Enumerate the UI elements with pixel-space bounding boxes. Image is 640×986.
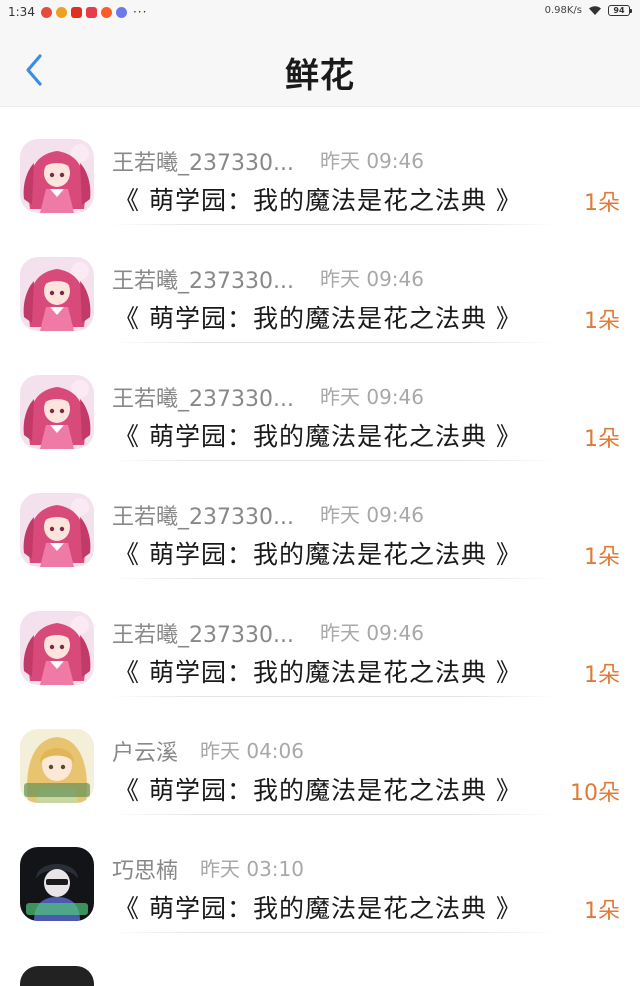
- avatar[interactable]: [20, 611, 94, 685]
- flower-count: 1朵: [584, 899, 620, 924]
- anime-blonde-girl-avatar: [20, 729, 94, 803]
- avatar[interactable]: [20, 257, 94, 331]
- book-title: 《 萌学园：我的魔法是花之法典 》: [114, 658, 522, 687]
- anime-pink-girl-avatar: [20, 493, 94, 567]
- user-name[interactable]: 王若曦_237330...: [112, 499, 294, 531]
- anime-pink-girl-avatar: [20, 139, 94, 213]
- avatar[interactable]: [20, 139, 94, 213]
- notification-icon-1: [40, 6, 52, 18]
- notification-icon-4: [85, 6, 97, 18]
- notification-icon-6: [115, 6, 127, 18]
- user-name[interactable]: 王若曦_237330...: [112, 381, 294, 413]
- battery-icon: 94: [608, 5, 632, 16]
- timestamp: 昨天 09:46: [320, 267, 424, 291]
- book-title: 《 萌学园：我的魔法是花之法典 》: [114, 186, 522, 215]
- anime-pink-girl-avatar: [20, 375, 94, 449]
- wifi-icon: [589, 6, 601, 15]
- list-item[interactable]: 王若曦_237330... 昨天 09:46 《 萌学园：我的魔法是花之法典 》…: [0, 579, 640, 697]
- avatar[interactable]: [20, 847, 94, 921]
- user-name[interactable]: 户云溪: [112, 735, 178, 767]
- user-name[interactable]: 王若曦_237330...: [112, 617, 294, 649]
- status-left: 1:34 ···: [8, 5, 147, 19]
- book-title: 《 萌学园：我的魔法是花之法典 》: [114, 540, 522, 569]
- list-item[interactable]: 王若曦_237330... 昨天 09:46 《 萌学园：我的魔法是花之法典 》…: [0, 461, 640, 579]
- avatar[interactable]: [20, 375, 94, 449]
- status-right: 0.98K/s 94: [544, 5, 632, 16]
- more-notifications-icon: ···: [132, 5, 148, 19]
- timestamp: 昨天 09:46: [320, 621, 424, 645]
- flower-count: 1朵: [584, 427, 620, 452]
- flower-count: 1朵: [584, 309, 620, 334]
- flower-count: 10朵: [570, 781, 620, 806]
- anime-dark-boy-avatar: [20, 847, 94, 921]
- timestamp: 昨天 09:46: [320, 503, 424, 527]
- timestamp: 昨天 03:10: [200, 857, 304, 881]
- timestamp: 昨天 09:46: [320, 385, 424, 409]
- header: 鲜花: [0, 26, 640, 107]
- user-name[interactable]: 王若曦_237330...: [112, 145, 294, 177]
- notification-icon-3: [70, 6, 82, 18]
- book-title: 《 萌学园：我的魔法是花之法典 》: [114, 894, 522, 923]
- flower-count: 1朵: [584, 663, 620, 688]
- anime-pink-girl-avatar: [20, 257, 94, 331]
- user-name[interactable]: 王若曦_237330...: [112, 263, 294, 295]
- flower-list: 王若曦_237330... 昨天 09:46 《 萌学园：我的魔法是花之法典 》…: [0, 107, 640, 933]
- status-time: 1:34: [8, 5, 35, 19]
- avatar[interactable]: [20, 966, 94, 986]
- user-name[interactable]: 巧思楠: [112, 853, 178, 885]
- timestamp: 昨天 09:46: [320, 149, 424, 173]
- list-item[interactable]: 巧思楠 昨天 03:10 《 萌学园：我的魔法是花之法典 》 1朵: [0, 815, 640, 933]
- book-title: 《 萌学园：我的魔法是花之法典 》: [114, 304, 522, 333]
- flower-count: 1朵: [584, 191, 620, 216]
- list-item[interactable]: 王若曦_237330... 昨天 09:46 《 萌学园：我的魔法是花之法典 》…: [0, 225, 640, 343]
- avatar[interactable]: [20, 729, 94, 803]
- notification-icon-5: [100, 6, 112, 18]
- list-item[interactable]: 王若曦_237330... 昨天 09:46 《 萌学园：我的魔法是花之法典 》…: [0, 343, 640, 461]
- status-bar: 1:34 ··· 0.98K/s 94: [0, 0, 640, 26]
- timestamp: 昨天 04:06: [200, 739, 304, 763]
- network-speed: 0.98K/s: [544, 5, 582, 16]
- anime-pink-girl-avatar: [20, 611, 94, 685]
- book-title: 《 萌学园：我的魔法是花之法典 》: [114, 776, 522, 805]
- divider: [110, 932, 556, 933]
- list-item[interactable]: 户云溪 昨天 04:06 《 萌学园：我的魔法是花之法典 》 10朵: [0, 697, 640, 815]
- page-title: 鲜花: [285, 56, 355, 96]
- book-title: 《 萌学园：我的魔法是花之法典 》: [114, 422, 522, 451]
- avatar[interactable]: [20, 493, 94, 567]
- list-item[interactable]: 王若曦_237330... 昨天 09:46 《 萌学园：我的魔法是花之法典 》…: [0, 107, 640, 225]
- notification-icon-2: [55, 6, 67, 18]
- flower-count: 1朵: [584, 545, 620, 570]
